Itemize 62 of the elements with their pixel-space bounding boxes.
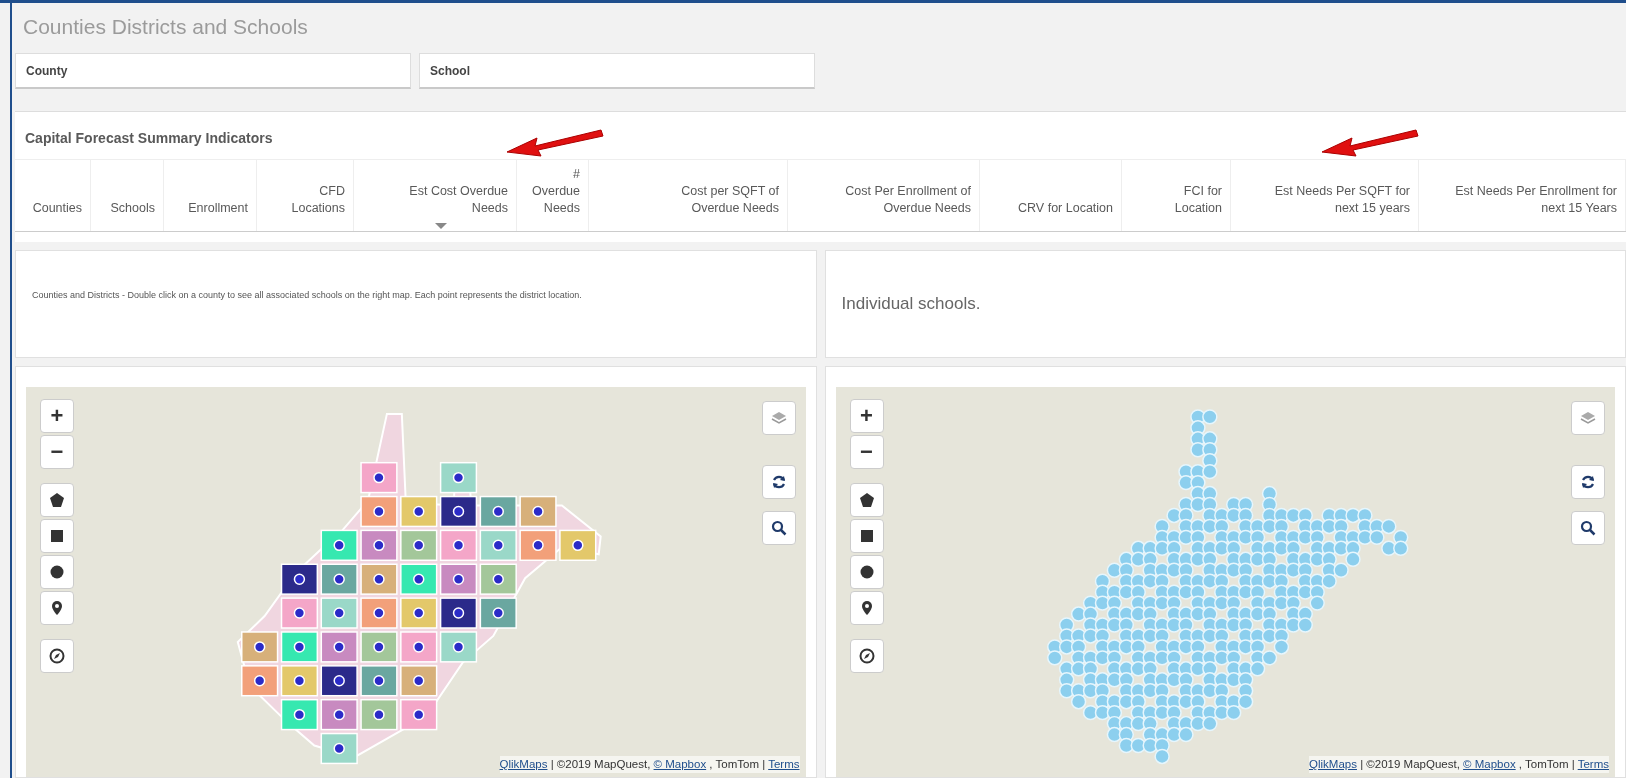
column-header[interactable]: Enrollment (164, 160, 257, 231)
pin-icon (49, 599, 65, 616)
zoom-out-button[interactable]: − (849, 434, 884, 469)
search-icon (1580, 519, 1596, 536)
attribution-link[interactable]: QlikMaps (499, 757, 548, 770)
search-button[interactable] (1571, 510, 1605, 545)
text-panel: Counties and Districts - Double click on a county to see all associated schools on the right map. Each point represents the district location. (15, 249, 817, 358)
text-panel: Individual schools. (824, 249, 1626, 358)
filter-field[interactable]: County (15, 53, 411, 89)
draw-polygon-button[interactable] (849, 482, 884, 517)
place-pin-button[interactable] (40, 590, 74, 625)
refresh-icon (1580, 473, 1596, 490)
attribution-link[interactable]: © Mapbox (653, 757, 707, 770)
zoom-in-button[interactable]: + (40, 398, 74, 433)
attribution-text: , TomTom | (1518, 757, 1575, 770)
pentagon-icon (858, 491, 875, 508)
refresh-button[interactable] (1571, 464, 1605, 499)
draw-circle-button[interactable] (40, 554, 74, 589)
zoom-out-button[interactable]: − (40, 434, 74, 469)
column-header[interactable]: Est Needs Per Enrollment for next 15 Years (1419, 160, 1626, 231)
attribution-text: , TomTom | (709, 757, 766, 770)
compass-button[interactable] (40, 638, 74, 673)
column-header[interactable]: FCI for Location (1122, 160, 1231, 231)
column-header[interactable]: CFD Locations (257, 160, 354, 231)
column-header[interactable]: Schools (91, 160, 164, 231)
attribution-text: | ©2019 MapQuest, (550, 757, 651, 770)
compass-icon (858, 647, 875, 664)
summary-title: Capital Forecast Summary Indicators (24, 129, 274, 148)
square-icon (49, 527, 65, 544)
column-header[interactable]: CRV for Location (980, 160, 1122, 231)
refresh-button[interactable] (761, 464, 796, 499)
compass-icon (49, 647, 65, 664)
column-header[interactable]: Cost Per Enrollment of Overdue Needs (788, 160, 980, 231)
draw-polygon-button[interactable] (40, 482, 74, 517)
attribution-link[interactable]: © Mapbox (1463, 757, 1516, 770)
draw-circle-button[interactable] (849, 554, 884, 589)
compass-button[interactable] (849, 638, 884, 673)
refresh-icon (770, 473, 787, 490)
draw-rectangle-button[interactable] (40, 518, 74, 553)
page-title: Counties Districts and Schools (22, 14, 309, 40)
column-header[interactable]: # Overdue Needs (517, 160, 589, 231)
circle-icon (858, 563, 875, 580)
layers-icon (770, 409, 787, 426)
attribution-link[interactable]: Terms (768, 757, 800, 770)
column-header[interactable]: Est Needs Per SQFT for next 15 years (1231, 160, 1419, 231)
search-icon (770, 519, 787, 536)
square-icon (858, 527, 875, 544)
filter-field[interactable]: School (419, 53, 815, 89)
pentagon-icon (49, 491, 65, 508)
draw-rectangle-button[interactable] (849, 518, 884, 553)
sort-indicator-icon (435, 222, 447, 229)
place-pin-button[interactable] (849, 590, 884, 625)
circle-icon (49, 563, 65, 580)
attribution-link[interactable]: QlikMaps (1309, 757, 1357, 770)
column-header[interactable]: Counties (15, 160, 91, 231)
attribution-link[interactable]: Terms (1577, 757, 1609, 770)
zoom-in-button[interactable]: + (849, 398, 884, 433)
attribution-text: | ©2019 MapQuest, (1360, 757, 1460, 770)
column-header[interactable]: Cost per SQFT of Overdue Needs (589, 160, 788, 231)
search-button[interactable] (761, 510, 796, 545)
column-header[interactable]: Est Cost Overdue Needs (354, 160, 517, 231)
layers-icon (1580, 409, 1596, 426)
